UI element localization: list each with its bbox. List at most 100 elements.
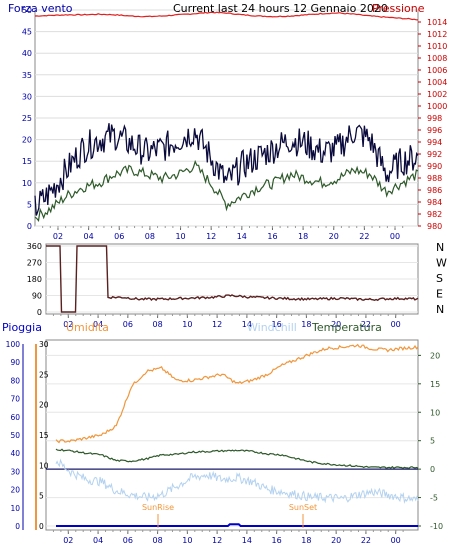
- p2-x-1-label-18: 18: [301, 320, 311, 329]
- weather-chart-stage: 0 5 10 15 20 25 30 35 40 45 50 980 982 984 986 988 990 9…: [0, 0, 469, 555]
- pressure-tick-label: 1008: [427, 54, 447, 63]
- pressure-tick-label: 982: [427, 210, 442, 219]
- legend-windchill: Windchill: [247, 321, 297, 334]
- temperature-tick-label: 5: [430, 437, 435, 446]
- wind-axis-title: Forza vento: [8, 2, 73, 15]
- pressure-tick-label: 1012: [427, 30, 447, 39]
- p3-x-2-label-22: 22: [361, 536, 371, 545]
- pressure-tick-label: 1002: [427, 90, 447, 99]
- degrees-axis: 0 90 180 270 360: [27, 242, 42, 317]
- wind-tick-label: 25: [22, 114, 32, 123]
- pressure-tick-label: 988: [427, 174, 442, 183]
- p1-x-0-label-22: 22: [359, 232, 369, 241]
- p3-x-2-label-18: 18: [301, 536, 311, 545]
- p1-x-0-label-16: 16: [267, 232, 277, 241]
- temperature-tick-label: -10: [430, 522, 443, 531]
- rain-tick-label: 10: [10, 504, 20, 513]
- pressure-tick-label: 996: [427, 126, 442, 135]
- pressure-tick-label: 994: [427, 138, 442, 147]
- pressure-tick-label: 990: [427, 162, 442, 171]
- p1-x-0-label-20: 20: [329, 232, 339, 241]
- time-axis-1: 02 04 06 08 10 12 14 16 18 20 22 00: [42, 226, 404, 241]
- p1-x-0-label-06: 06: [114, 232, 124, 241]
- temperature-tick-label: 15: [430, 380, 440, 389]
- compass-label: W: [436, 257, 447, 270]
- pressure-tick-label: 998: [427, 114, 442, 123]
- p2-x-1-label-00: 00: [391, 320, 401, 329]
- compass-label: N: [436, 241, 444, 254]
- wind-tick-label: 30: [22, 92, 32, 101]
- sun-marker-label: SunRise: [142, 503, 174, 512]
- wind-tick-label: 40: [22, 49, 32, 58]
- pressure-tick-label: 984: [427, 198, 442, 207]
- direction-tick-label: 270: [27, 259, 42, 268]
- direction-tick-label: 180: [27, 275, 42, 284]
- pressure-tick-label: 986: [427, 186, 442, 195]
- humidity-tick-label: 10: [39, 461, 49, 470]
- compass-axis: NWSEN: [436, 241, 447, 316]
- direction-tick-label: 0: [37, 308, 42, 317]
- rain-tick-label: 60: [10, 413, 20, 422]
- legend-temperatura: Temperatura: [311, 321, 382, 334]
- humidity-tick-label: 20: [39, 401, 49, 410]
- p3-x-2-label-16: 16: [272, 536, 282, 545]
- p1-x-0-label-04: 04: [84, 232, 94, 241]
- p3-x-2-label-20: 20: [331, 536, 341, 545]
- rain-tick-label: 20: [10, 486, 20, 495]
- pressure-tick-label: 1004: [427, 78, 447, 87]
- chart-title: Current last 24 hours 12 Gennaio 2020: [173, 2, 388, 15]
- rain-tick-label: 90: [10, 358, 20, 367]
- temperature-tick-label: 20: [430, 351, 440, 360]
- p1-x-0-label-18: 18: [298, 232, 308, 241]
- rain-tick-label: 70: [10, 395, 20, 404]
- rain-tick-label: 0: [15, 522, 20, 531]
- wind-speed-axis: 05101520253035404550: [22, 6, 32, 231]
- p3-x-2-label-10: 10: [182, 536, 192, 545]
- pressure-tick-label: 1006: [427, 66, 447, 75]
- p3-x-2-label-12: 12: [212, 536, 222, 545]
- wind-tick-label: 10: [22, 179, 32, 188]
- rain-tick-label: 50: [10, 431, 20, 440]
- p3-x-2-label-08: 08: [153, 536, 163, 545]
- wind-direction-panel: 090180270360 NWSEN 02 04 06 08 10 12 14 16 18 20 2…: [27, 241, 447, 329]
- pressure-tick-label: 992: [427, 150, 442, 159]
- wind-tick-label: 45: [22, 28, 32, 37]
- wind-tick-label: 15: [22, 157, 32, 166]
- p2-x-1-label-10: 10: [182, 320, 192, 329]
- humidity-tick-label: 5: [39, 492, 44, 501]
- p1-x-0-label-00: 00: [390, 232, 400, 241]
- rain-tick-label: 30: [10, 467, 20, 476]
- pressure-tick-label: 1010: [427, 42, 447, 51]
- pressure-axis: 980 982 984 986 988 990 992 994 996 998 1000 1002 10…: [418, 18, 447, 231]
- rain-tick-label: 40: [10, 449, 20, 458]
- temperature-tick-label: -5: [430, 494, 438, 503]
- temperature-axis: -10 -5 0 5 10 15 20: [418, 351, 443, 531]
- rain-tick-label: 100: [6, 340, 21, 349]
- p3-x-2-label-02: 02: [63, 536, 73, 545]
- rain-humidity-temperature-panel: 0102030405060708090100 051015202530 -10-…: [2, 321, 443, 545]
- wind-tick-label: 5: [27, 200, 32, 209]
- pressure-tick-label: 1014: [427, 18, 447, 27]
- pressure-tick-label: 980: [427, 222, 442, 231]
- humidity-tick-label: 30: [39, 340, 49, 349]
- sun-marker-label: SunSet: [289, 503, 317, 512]
- p1-x-0-label-14: 14: [237, 232, 247, 241]
- p2-x-1-label-12: 12: [212, 320, 222, 329]
- compass-label: E: [436, 288, 443, 301]
- wind-tick-label: 35: [22, 71, 32, 80]
- temperature-tick-label: 10: [430, 408, 440, 417]
- p3-x-2-label-14: 14: [242, 536, 252, 545]
- rain-tick-label: 80: [10, 376, 20, 385]
- wind-tick-label: 0: [27, 222, 32, 231]
- humidity-tick-label: 0: [39, 522, 44, 531]
- p2-x-1-label-06: 06: [123, 320, 133, 329]
- legend-pioggia: Pioggia: [2, 321, 42, 334]
- p3-x-2-label-06: 06: [123, 536, 133, 545]
- wind-pressure-panel: 05101520253035404550 9809829849869889909…: [8, 2, 447, 241]
- wind-tick-label: 20: [22, 136, 32, 145]
- p1-x-0-label-02: 02: [53, 232, 63, 241]
- weather-charts: 05101520253035404550 9809829849869889909…: [2, 2, 447, 545]
- p1-x-0-label-08: 08: [145, 232, 155, 241]
- pressure-tick-label: 1000: [427, 102, 447, 111]
- direction-tick-label: 360: [27, 242, 42, 251]
